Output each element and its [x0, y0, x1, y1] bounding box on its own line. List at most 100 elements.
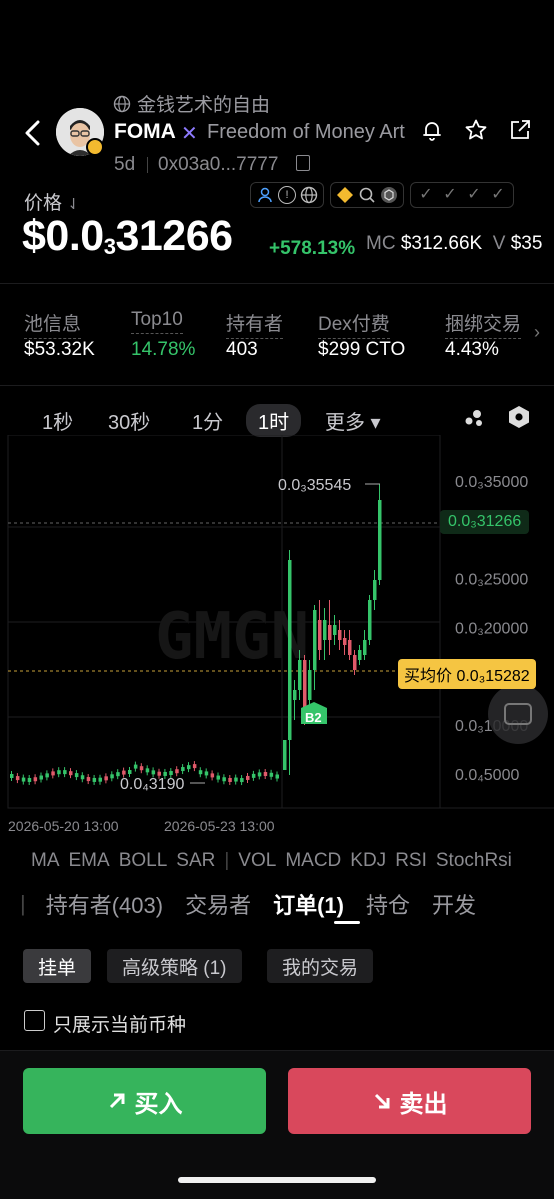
tab-holders[interactable]: 持有者(403) [46, 888, 163, 920]
ind-kdj[interactable]: KDJ [350, 850, 386, 872]
tf-1s[interactable]: 1秒 [42, 406, 73, 435]
chevron-right-icon[interactable]: › [534, 322, 540, 343]
divider [0, 283, 554, 284]
tf-1m[interactable]: 1分 [192, 406, 223, 435]
check-icon: ✓ [467, 186, 481, 203]
ind-vol[interactable]: VOL [238, 850, 276, 872]
indicator-dots-icon[interactable] [463, 406, 485, 428]
ind-rsi[interactable]: RSI [395, 850, 427, 872]
tf-more[interactable]: 更多 ▾ [325, 406, 381, 435]
avg-buy-price-tag: 买均价 0.0₃15282 [398, 659, 536, 689]
sort-icon: ⇃ [67, 196, 80, 213]
subtab-advanced[interactable]: 高级策略 (1) [107, 949, 242, 983]
contract-address[interactable]: 0x03a0...7777 [158, 154, 278, 176]
tf-1h[interactable]: 1时 [246, 404, 302, 437]
ind-boll[interactable]: BOLL [119, 850, 168, 872]
current-token-label: 只展示当前币种 [53, 1015, 187, 1036]
candle-body [122, 770, 126, 775]
stat-pool-label[interactable]: 池信息 [24, 309, 82, 339]
candle-body [198, 770, 203, 775]
tf-30s[interactable]: 30秒 [108, 406, 150, 435]
tab-positions[interactable]: 持仓 [366, 888, 410, 920]
candle-body [33, 777, 38, 782]
x-link-icon[interactable]: ✕ [181, 121, 198, 146]
ind-stochrsi[interactable]: StochRsi [436, 850, 512, 872]
candle-body [139, 766, 144, 771]
candle-body [21, 777, 26, 782]
ind-ma[interactable]: MA [31, 850, 60, 872]
y-axis-label: 0.0₃25000 [455, 572, 528, 589]
tab-dev[interactable]: 开发 [432, 888, 476, 920]
candle-body [45, 773, 49, 778]
current-price-tag: 0.0₃31266 [440, 510, 530, 534]
candle-body [192, 764, 197, 769]
search-icon [359, 187, 375, 203]
stat-holders-value: 403 [226, 339, 258, 360]
candle-body [222, 777, 226, 782]
audit-badge-group[interactable]: ! [250, 182, 324, 208]
candle-body [169, 771, 173, 776]
stat-holders-label[interactable]: 持有者 [226, 309, 284, 339]
candle-body [110, 774, 114, 779]
market-cap: MC $312.66K V $35 [366, 233, 543, 254]
copy-icon[interactable] [296, 155, 310, 171]
back-icon[interactable] [20, 118, 46, 148]
cube-icon [381, 187, 397, 203]
candle-body [80, 775, 85, 780]
candle-body [175, 769, 179, 774]
star-icon[interactable] [464, 118, 488, 142]
candle-body [373, 580, 377, 600]
y-axis-label: 0.0₃20000 [455, 620, 528, 637]
candle-body [240, 778, 244, 783]
candle-body [298, 660, 302, 690]
candle-body [257, 772, 262, 777]
x-axis-label: 2026-05-20 13:00 [8, 818, 119, 834]
subtab-pending[interactable]: 挂单 [23, 949, 92, 983]
low-price-label: 0.0₄3190 [120, 776, 184, 793]
bell-icon[interactable] [420, 118, 444, 142]
candle-body [323, 620, 327, 640]
security-badges[interactable]: ! ✓ ✓ ✓ ✓ [250, 182, 514, 208]
active-tab-indicator [334, 921, 360, 924]
settings-hex-icon[interactable] [508, 405, 530, 429]
stat-top10-value: 14.78% [131, 339, 196, 360]
ind-ema[interactable]: EMA [69, 850, 110, 872]
current-token-checkbox[interactable] [24, 1010, 45, 1031]
info-icon: ! [278, 186, 296, 204]
candle-body [210, 773, 215, 778]
slogan: 金钱艺术的自由 [113, 90, 270, 117]
sell-button[interactable]: 卖出 [288, 1068, 531, 1134]
buy-button[interactable]: 买入 [23, 1068, 266, 1134]
home-indicator [178, 1177, 376, 1183]
stat-dex-label[interactable]: Dex付费 [318, 309, 390, 339]
user-icon [258, 187, 272, 203]
candle-body [128, 770, 132, 775]
stat-bundle-label[interactable]: 捆绑交易 [445, 309, 522, 339]
candle-body [74, 773, 79, 778]
tools-badge-group[interactable] [330, 182, 404, 208]
stat-top10-label[interactable]: Top10 [131, 309, 183, 334]
candle-body [15, 776, 20, 781]
stat-dex-value: $299 CTO [318, 339, 406, 360]
candle-body [57, 770, 61, 775]
tab-traders[interactable]: 交易者 [185, 888, 251, 920]
buy-marker-label: B2 [305, 710, 322, 725]
wallet-fab [488, 684, 548, 744]
share-icon[interactable] [508, 118, 532, 142]
candle-body [187, 765, 191, 770]
ind-macd[interactable]: MACD [285, 850, 341, 872]
subtab-my-trades[interactable]: 我的交易 [267, 949, 374, 983]
globe-icon [300, 186, 318, 204]
candle-body [263, 772, 268, 777]
price-chart[interactable]: GMGN0.0₃350000.0₃250000.0₃200000.0₃10000… [0, 435, 554, 845]
tab-orders[interactable]: 订单(1) [273, 888, 344, 920]
ind-sar[interactable]: SAR [176, 850, 215, 872]
checks-badge-group[interactable]: ✓ ✓ ✓ ✓ [410, 182, 514, 208]
candle-body [86, 777, 91, 782]
candle-body [251, 773, 256, 778]
candle-body [348, 640, 352, 655]
candle-body [318, 620, 322, 650]
token-full-name: Freedom of Money Art [207, 121, 405, 143]
candle-body [308, 670, 312, 700]
watermark-text: GMGN [155, 600, 309, 674]
